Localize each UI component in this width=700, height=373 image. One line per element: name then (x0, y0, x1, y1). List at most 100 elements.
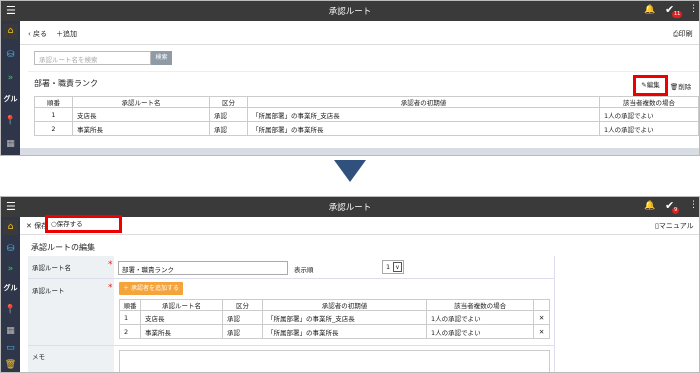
cell-default-approver: 「所属部署」の事業所_支店長 (261, 310, 427, 325)
route-name-label: 承認ルート名 (32, 264, 71, 272)
required-marker: * (108, 260, 113, 270)
route-name-input[interactable]: 部署・職責ランク (118, 261, 288, 275)
toolbar-divider (20, 44, 699, 45)
database-icon[interactable]: ⛁ (3, 48, 18, 63)
table-header-row: 順番 承認ルート名 区分 承認者の初期値 該当者複数の場合 (118, 299, 550, 311)
column-header: 承認者の初期値 (261, 299, 427, 311)
bottom-sidebar: ⌂ ⛁ » グル 📍 ▦ ▭ 🗑 (1, 217, 20, 372)
form-row-divider (28, 345, 554, 346)
print-label: 印刷 (678, 30, 693, 38)
manual-button[interactable]: ▯マニュアル (655, 221, 694, 231)
add-button[interactable]: ＋追加 (56, 29, 77, 39)
plus-icon: ＋ (123, 285, 130, 292)
toolbar-divider (20, 234, 699, 235)
down-arrow-icon (334, 160, 366, 182)
bottom-header-bar: ☰ 承認ルート 🔔 ✔ 9 ⋮ (1, 197, 699, 217)
cell-type: 承認 (222, 324, 263, 339)
delete-row-icon[interactable]: ✕ (533, 310, 550, 325)
column-header: 区分 (222, 299, 263, 311)
save-label: 保存する (56, 220, 83, 228)
display-order-value: 1 (386, 263, 391, 271)
column-header: 順番 (34, 96, 73, 108)
cell-order: 2 (118, 324, 142, 339)
home-icon[interactable]: ⌂ (3, 24, 18, 39)
cell-multiple-rule: 1人の承認でよい (599, 121, 699, 136)
column-header: 承認者の初期値 (247, 96, 600, 108)
content-footer-band (20, 148, 699, 155)
column-header: 該当者複数の場合 (425, 299, 535, 311)
delete-button[interactable]: 🗑削除 (670, 81, 691, 91)
cell-default-approver: 「所属部署」の事業所長 (247, 121, 600, 136)
calculator-icon[interactable]: ▦ (3, 137, 18, 152)
top-sidebar: ⌂ ⛁ » グル 📍 ▦ (1, 21, 20, 155)
sidebar-group-label[interactable]: グル (3, 281, 18, 296)
route-section-title: 部署・職責ランク (34, 79, 98, 88)
notification-badge: 11 (672, 11, 683, 18)
memo-textarea[interactable] (119, 350, 550, 372)
pin-icon[interactable]: 📍 (3, 114, 18, 129)
cell-order: 2 (34, 121, 73, 136)
cell-multiple-rule: 1人の承認でよい (425, 310, 535, 325)
form-row-divider (28, 278, 554, 279)
cell-route-name: 支店長 (140, 310, 224, 325)
cell-default-approver: 「所属部署」の事業所長 (261, 324, 427, 339)
column-header-blank (533, 299, 550, 311)
display-order-select[interactable]: 1 ∨ (382, 260, 404, 274)
cell-type: 承認 (209, 121, 248, 136)
chat-icon[interactable]: ▭ (3, 341, 18, 356)
bottom-screen: ☰ 承認ルート 🔔 ✔ 9 ⋮ ⌂ ⛁ » グル 📍 ▦ ▭ 🗑 ✕ 保存せず戻… (0, 196, 700, 373)
back-label: 戻る (33, 30, 48, 38)
cell-order: 1 (34, 107, 73, 122)
bell-icon[interactable]: 🔔 (644, 5, 655, 15)
more-menu-icon[interactable]: ⋮ (689, 200, 698, 210)
section-divider (28, 71, 699, 72)
table-row[interactable]: 2 事業所長 承認 「所属部署」の事業所長 1人の承認でよい (34, 121, 699, 136)
required-marker: * (108, 283, 113, 293)
manual-label: マニュアル (658, 222, 694, 230)
top-header-title: 承認ルート (328, 7, 372, 17)
column-header: 承認ルート名 (140, 299, 224, 311)
column-header: 承認ルート名 (72, 96, 210, 108)
chevron-down-icon: ∨ (393, 262, 402, 272)
table-row[interactable]: 1 支店長 承認 「所属部署」の事業所_支店長 1人の承認でよい ✕ (118, 310, 550, 325)
bottom-header-title: 承認ルート (328, 203, 372, 213)
more-menu-icon[interactable]: ⋮ (689, 4, 698, 14)
cell-multiple-rule: 1人の承認でよい (425, 324, 535, 339)
chevron-right-icon[interactable]: » (3, 71, 18, 86)
table-header-row: 順番 承認ルート名 区分 承認者の初期値 該当者複数の場合 (34, 96, 699, 108)
cell-type: 承認 (209, 107, 248, 122)
sidebar-group-label[interactable]: グル (3, 92, 18, 107)
search-input[interactable]: 承認ルート名を検索 (34, 51, 151, 65)
chevron-right-icon[interactable]: » (3, 262, 18, 277)
back-button[interactable]: ‹ 戻る (28, 29, 47, 39)
cell-route-name: 事業所長 (72, 121, 210, 136)
delete-row-icon[interactable]: ✕ (533, 324, 550, 339)
column-header: 区分 (209, 96, 248, 108)
calculator-icon[interactable]: ▦ (3, 324, 18, 339)
search-button[interactable]: 検索 (151, 51, 172, 65)
save-button[interactable]: ○保存する (45, 215, 122, 233)
top-header-bar: ☰ 承認ルート 🔔 ✔ 11 ⋮ (1, 1, 699, 21)
cell-type: 承認 (222, 310, 263, 325)
close-icon: ✕ (26, 222, 32, 230)
table-row[interactable]: 1 支店長 承認 「所属部署」の事業所_支店長 1人の承認でよい (34, 107, 699, 122)
bell-icon[interactable]: 🔔 (644, 201, 655, 211)
trash-icon[interactable]: 🗑 (3, 358, 18, 372)
form-right-border (554, 256, 555, 372)
add-approver-button[interactable]: ＋ 承認者を追加する (119, 282, 183, 295)
home-icon[interactable]: ⌂ (3, 220, 18, 235)
route-label: 承認ルート (32, 287, 65, 295)
print-button[interactable]: ⎙印刷 (673, 29, 693, 39)
memo-label: メモ (32, 353, 45, 361)
table-row[interactable]: 2 事業所長 承認 「所属部署」の事業所長 1人の承認でよい ✕ (118, 324, 550, 339)
database-icon[interactable]: ⛁ (3, 242, 18, 257)
edit-button[interactable]: ✎編集 (633, 75, 668, 96)
column-header: 該当者複数の場合 (599, 96, 699, 108)
top-screen: ☰ 承認ルート 🔔 ✔ 11 ⋮ ⌂ ⛁ » グル 📍 ▦ ‹ 戻る ＋追加 ⎙… (0, 0, 700, 156)
add-approver-label: 承認者を追加する (130, 285, 179, 292)
add-label: 追加 (63, 30, 77, 38)
pin-icon[interactable]: 📍 (3, 303, 18, 318)
display-order-label: 表示順 (294, 266, 314, 274)
bottom-route-table: 順番 承認ルート名 区分 承認者の初期値 該当者複数の場合 1 支店長 承認 「… (118, 299, 550, 339)
top-route-table: 順番 承認ルート名 区分 承認者の初期値 該当者複数の場合 1 支店長 承認 「… (34, 96, 699, 136)
